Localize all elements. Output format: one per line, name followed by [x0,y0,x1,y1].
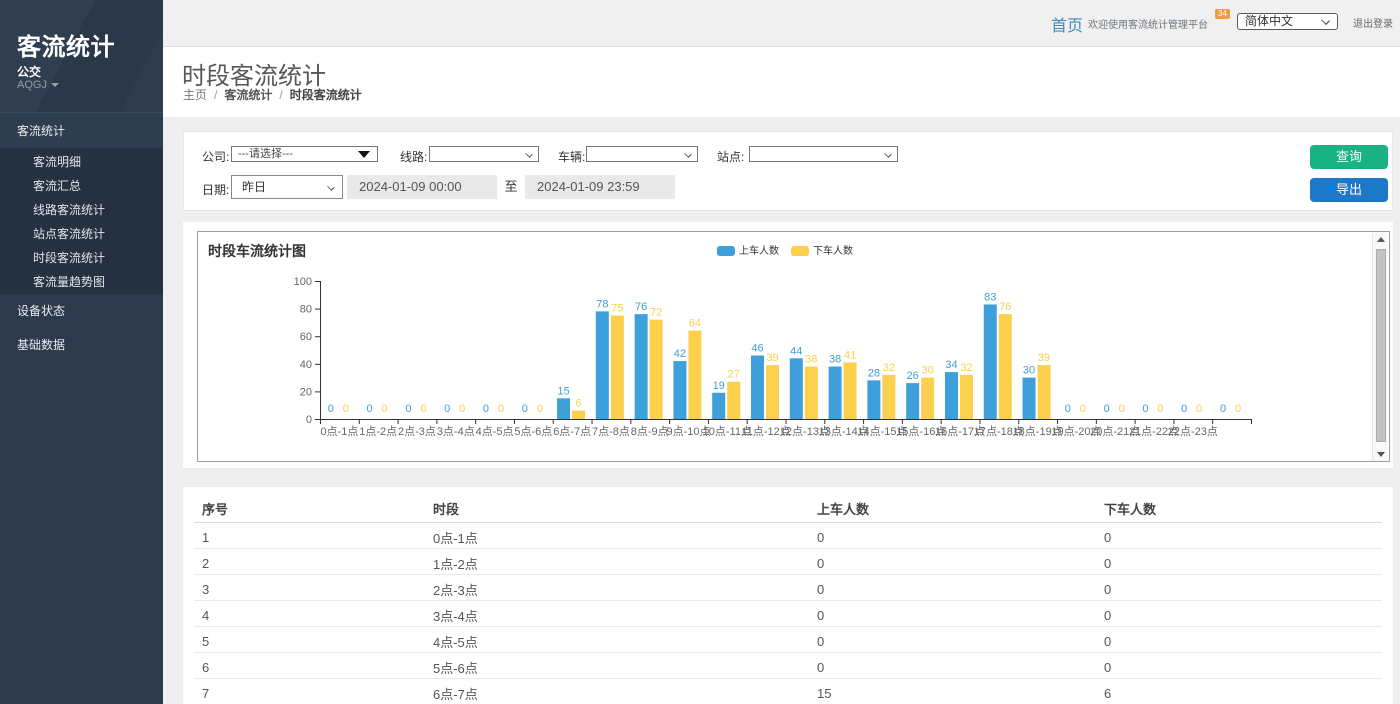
svg-text:0: 0 [1119,403,1125,415]
svg-text:75: 75 [611,303,623,315]
svg-text:0: 0 [367,403,373,415]
svg-text:22点-23点: 22点-23点 [1168,425,1218,438]
svg-text:0: 0 [328,403,334,415]
svg-text:28: 28 [868,367,880,379]
svg-text:76: 76 [635,301,647,313]
svg-text:78: 78 [596,298,608,310]
svg-text:46: 46 [751,343,763,355]
svg-text:26: 26 [907,370,919,382]
svg-text:32: 32 [960,362,972,374]
svg-text:0: 0 [1196,403,1202,415]
svg-text:0: 0 [420,403,426,415]
svg-text:4点-5点: 4点-5点 [476,425,514,438]
svg-text:8点-9点: 8点-9点 [631,425,669,438]
svg-text:0: 0 [522,403,528,415]
svg-text:19: 19 [713,380,725,392]
svg-text:6点-7点: 6点-7点 [553,425,591,438]
svg-text:0: 0 [444,403,450,415]
svg-text:76: 76 [999,301,1011,313]
svg-text:39: 39 [766,352,778,364]
svg-text:64: 64 [689,318,701,330]
svg-text:20: 20 [300,386,312,398]
svg-text:0: 0 [1142,403,1148,415]
svg-text:60: 60 [300,331,312,343]
svg-text:0: 0 [1104,403,1110,415]
svg-text:80: 80 [300,304,312,316]
svg-text:15: 15 [557,385,569,397]
svg-text:72: 72 [650,307,662,319]
svg-text:0点-1点: 0点-1点 [320,425,358,438]
svg-text:0: 0 [405,403,411,415]
svg-text:38: 38 [805,354,817,366]
svg-text:41: 41 [844,349,856,361]
svg-text:0: 0 [498,403,504,415]
svg-text:5点-6点: 5点-6点 [514,425,552,438]
svg-text:0: 0 [1065,403,1071,415]
svg-text:0: 0 [343,403,349,415]
svg-text:7点-8点: 7点-8点 [592,425,630,438]
svg-text:32: 32 [883,362,895,374]
svg-text:0: 0 [1235,403,1241,415]
svg-text:0: 0 [1080,403,1086,415]
svg-text:30: 30 [1023,365,1035,377]
svg-text:0: 0 [382,403,388,415]
svg-text:0: 0 [537,403,543,415]
svg-text:40: 40 [300,359,312,371]
svg-text:0: 0 [1181,403,1187,415]
svg-text:0: 0 [1157,403,1163,415]
svg-text:27: 27 [728,369,740,381]
svg-text:42: 42 [674,348,686,360]
svg-text:39: 39 [1038,352,1050,364]
svg-text:38: 38 [829,354,841,366]
svg-text:83: 83 [984,291,996,303]
svg-text:100: 100 [294,276,312,288]
svg-text:30: 30 [922,365,934,377]
svg-text:6: 6 [575,398,581,410]
svg-text:0: 0 [483,403,489,415]
svg-text:3点-4点: 3点-4点 [437,425,475,438]
svg-text:0: 0 [1220,403,1226,415]
svg-text:1点-2点: 1点-2点 [359,425,397,438]
svg-text:2点-3点: 2点-3点 [398,425,436,438]
svg-text:0: 0 [306,414,312,426]
svg-text:34: 34 [945,359,957,371]
svg-text:44: 44 [790,345,802,357]
svg-text:0: 0 [459,403,465,415]
